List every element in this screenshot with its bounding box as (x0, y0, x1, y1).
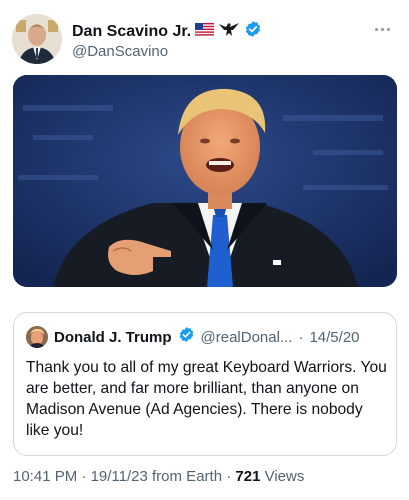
author-display-name[interactable]: Dan Scavino Jr. (72, 23, 191, 41)
tweet-media-photo[interactable] (13, 75, 397, 287)
tweet-photo (13, 75, 397, 287)
quoted-separator: · (298, 328, 304, 346)
quoted-tweet-text: Thank you to all of my great Keyboard Wa… (26, 359, 387, 439)
tweet-time[interactable]: 10:41 PM (13, 468, 77, 485)
us-flag-icon (195, 22, 215, 41)
avatar-image (12, 14, 62, 64)
quoted-author-name: Donald J. Trump (54, 328, 172, 346)
tweet-meta: 10:41 PM · 19/11/23 from Earth · 721 Vie… (13, 468, 304, 485)
verified-badge-icon (178, 326, 195, 348)
meta-separator: · (81, 468, 87, 485)
tweet-source: from Earth (152, 468, 223, 485)
quoted-author-handle: @realDonal... (200, 328, 293, 346)
quoted-author-avatar[interactable] (26, 326, 48, 348)
meta-separator: · (226, 468, 232, 485)
author-avatar[interactable] (12, 14, 62, 64)
divider (0, 498, 409, 499)
views-count[interactable]: 721 (235, 468, 260, 485)
more-dots-icon[interactable] (375, 24, 395, 34)
tweet-date[interactable]: 19/11/23 (91, 468, 148, 485)
quoted-date: 14/5/20 (309, 328, 360, 346)
author-handle[interactable]: @DanScavino (72, 43, 168, 60)
views-label: Views (264, 468, 305, 485)
tweet-header: Dan Scavino Jr. @DanScavino (12, 12, 397, 68)
verified-badge-icon (244, 20, 262, 43)
author-name-row: Dan Scavino Jr. (72, 20, 262, 43)
eagle-icon (218, 20, 240, 43)
quoted-tweet-header: Donald J. Trump @realDonal... · 14/5/20 (26, 325, 360, 349)
quoted-tweet[interactable]: Donald J. Trump @realDonal... · 14/5/20 … (13, 312, 397, 456)
